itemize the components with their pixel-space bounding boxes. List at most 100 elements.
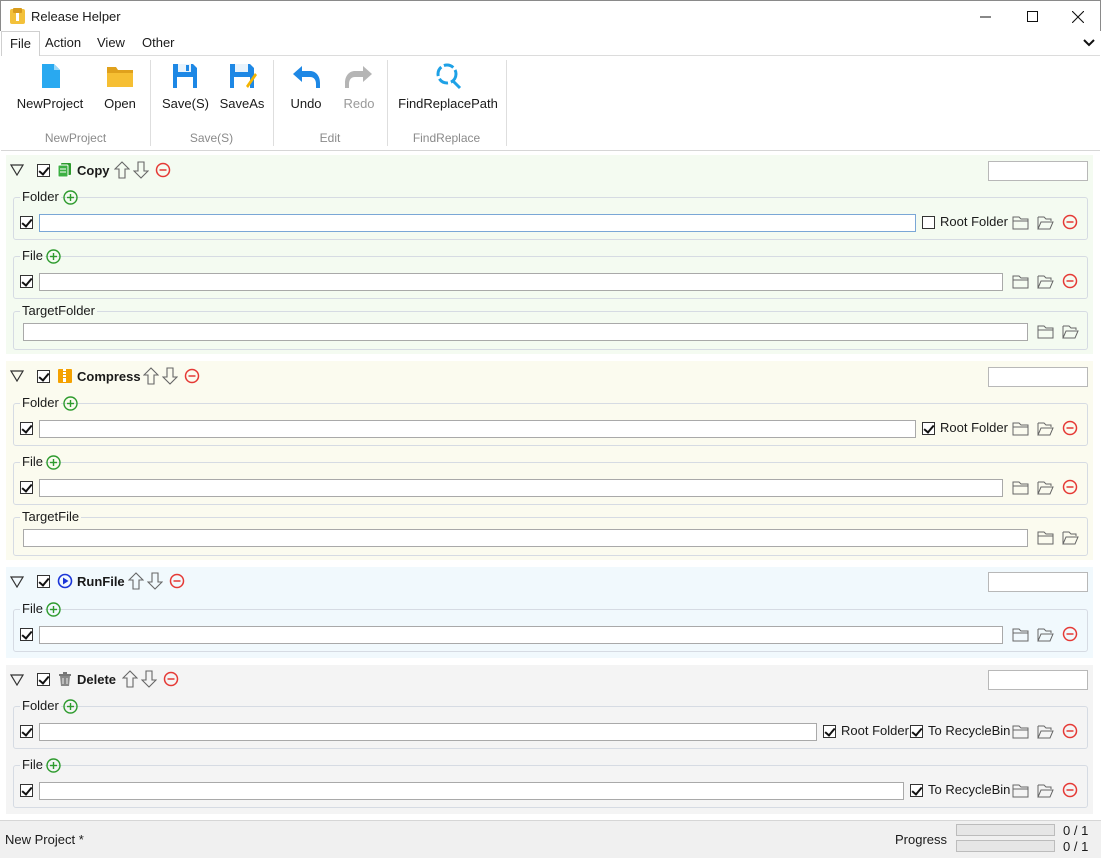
section-enable-checkbox[interactable] (37, 575, 50, 588)
browse-folder-icon[interactable] (1037, 324, 1054, 339)
open-folder-icon[interactable] (1062, 324, 1079, 339)
remove-section-icon[interactable] (163, 671, 179, 687)
root-folder-checkbox[interactable] (922, 216, 935, 229)
folder-item-checkbox[interactable] (20, 216, 33, 229)
minimize-button[interactable] (962, 1, 1008, 32)
add-folder-icon[interactable] (63, 190, 78, 205)
close-button[interactable] (1055, 1, 1101, 32)
section-name-input[interactable] (988, 367, 1088, 387)
section-name-input[interactable] (988, 670, 1088, 690)
open-folder-icon[interactable] (1037, 274, 1054, 289)
target-file-input[interactable] (23, 529, 1028, 547)
add-file-icon[interactable] (46, 758, 61, 773)
open-folder-icon[interactable] (1037, 421, 1054, 436)
file-item-checkbox[interactable] (20, 628, 33, 641)
move-up-icon[interactable] (143, 367, 159, 385)
browse-folder-icon[interactable] (1012, 274, 1029, 289)
browse-folder-icon[interactable] (1012, 724, 1029, 739)
add-file-icon[interactable] (46, 602, 61, 617)
section-enable-checkbox[interactable] (37, 164, 50, 177)
move-up-icon[interactable] (122, 670, 138, 688)
folder-path-input[interactable] (39, 420, 916, 438)
open-folder-icon[interactable] (1037, 480, 1054, 495)
remove-item-icon[interactable] (1062, 723, 1078, 739)
move-up-icon[interactable] (114, 161, 130, 179)
folder-item-checkbox[interactable] (20, 422, 33, 435)
remove-section-icon[interactable] (155, 162, 171, 178)
new-file-icon (42, 64, 60, 88)
collapse-triangle-icon[interactable] (10, 164, 24, 176)
file-item-checkbox[interactable] (20, 784, 33, 797)
remove-item-icon[interactable] (1062, 626, 1078, 642)
root-folder-label: Root Folder (940, 420, 1008, 435)
move-down-icon[interactable] (162, 367, 178, 385)
browse-folder-icon[interactable] (1012, 627, 1029, 642)
section-title: Compress (77, 369, 141, 384)
menu-file[interactable]: File (1, 31, 40, 57)
section-enable-checkbox[interactable] (37, 370, 50, 383)
open-folder-icon[interactable] (1037, 215, 1054, 230)
menu-other[interactable]: Other (134, 31, 183, 56)
move-down-icon[interactable] (141, 670, 157, 688)
move-down-icon[interactable] (147, 572, 163, 590)
remove-item-icon[interactable] (1062, 420, 1078, 436)
collapse-triangle-icon[interactable] (10, 370, 24, 382)
move-down-icon[interactable] (133, 161, 149, 179)
folder-item-checkbox[interactable] (20, 725, 33, 738)
save-icon (173, 64, 197, 88)
new-project-button[interactable]: NewProject (15, 60, 85, 116)
move-up-icon[interactable] (128, 572, 144, 590)
add-folder-icon[interactable] (63, 396, 78, 411)
browse-folder-icon[interactable] (1037, 530, 1054, 545)
remove-section-icon[interactable] (169, 573, 185, 589)
collapse-triangle-icon[interactable] (10, 674, 24, 686)
target-file-label: TargetFile (20, 509, 82, 525)
section-enable-checkbox[interactable] (37, 673, 50, 686)
status-bar: New Project * Progress 0 / 1 0 / 1 (0, 820, 1101, 858)
file-path-input[interactable] (39, 273, 1003, 291)
menu-view[interactable]: View (89, 31, 133, 56)
undo-button[interactable]: Undo (287, 60, 325, 116)
folder-path-input[interactable] (39, 214, 916, 232)
section-delete: Delete Folder Root Folder To RecycleBin … (6, 665, 1093, 814)
open-button[interactable]: Open (100, 60, 140, 116)
recycle-bin-checkbox[interactable] (910, 784, 923, 797)
open-folder-icon[interactable] (1037, 724, 1054, 739)
remove-item-icon[interactable] (1062, 479, 1078, 495)
file-path-input[interactable] (39, 479, 1003, 497)
maximize-button[interactable] (1009, 1, 1055, 32)
menu-action[interactable]: Action (37, 31, 89, 56)
open-folder-icon[interactable] (1037, 627, 1054, 642)
file-item-checkbox[interactable] (20, 275, 33, 288)
open-folder-icon[interactable] (1062, 530, 1079, 545)
root-folder-checkbox[interactable] (823, 725, 836, 738)
root-folder-checkbox[interactable] (922, 422, 935, 435)
open-folder-icon[interactable] (1037, 783, 1054, 798)
file-path-input[interactable] (39, 782, 904, 800)
remove-item-icon[interactable] (1062, 782, 1078, 798)
folder-path-input[interactable] (39, 723, 817, 741)
browse-folder-icon[interactable] (1012, 215, 1029, 230)
folder-label: Folder (20, 698, 61, 714)
file-path-input[interactable] (39, 626, 1003, 644)
save-as-button[interactable]: SaveAs (219, 60, 265, 116)
find-replace-path-button[interactable]: FindReplacePath (398, 60, 498, 116)
browse-folder-icon[interactable] (1012, 783, 1029, 798)
file-item-checkbox[interactable] (20, 481, 33, 494)
section-name-input[interactable] (988, 161, 1088, 181)
remove-item-icon[interactable] (1062, 214, 1078, 230)
browse-folder-icon[interactable] (1012, 480, 1029, 495)
remove-item-icon[interactable] (1062, 273, 1078, 289)
add-folder-icon[interactable] (63, 699, 78, 714)
redo-button[interactable]: Redo (339, 60, 379, 116)
collapse-ribbon-icon[interactable] (1081, 35, 1097, 51)
remove-section-icon[interactable] (184, 368, 200, 384)
collapse-triangle-icon[interactable] (10, 576, 24, 588)
target-folder-input[interactable] (23, 323, 1028, 341)
section-name-input[interactable] (988, 572, 1088, 592)
add-file-icon[interactable] (46, 455, 61, 470)
browse-folder-icon[interactable] (1012, 421, 1029, 436)
recycle-bin-checkbox[interactable] (910, 725, 923, 738)
add-file-icon[interactable] (46, 249, 61, 264)
save-button[interactable]: Save(S) (162, 60, 209, 116)
